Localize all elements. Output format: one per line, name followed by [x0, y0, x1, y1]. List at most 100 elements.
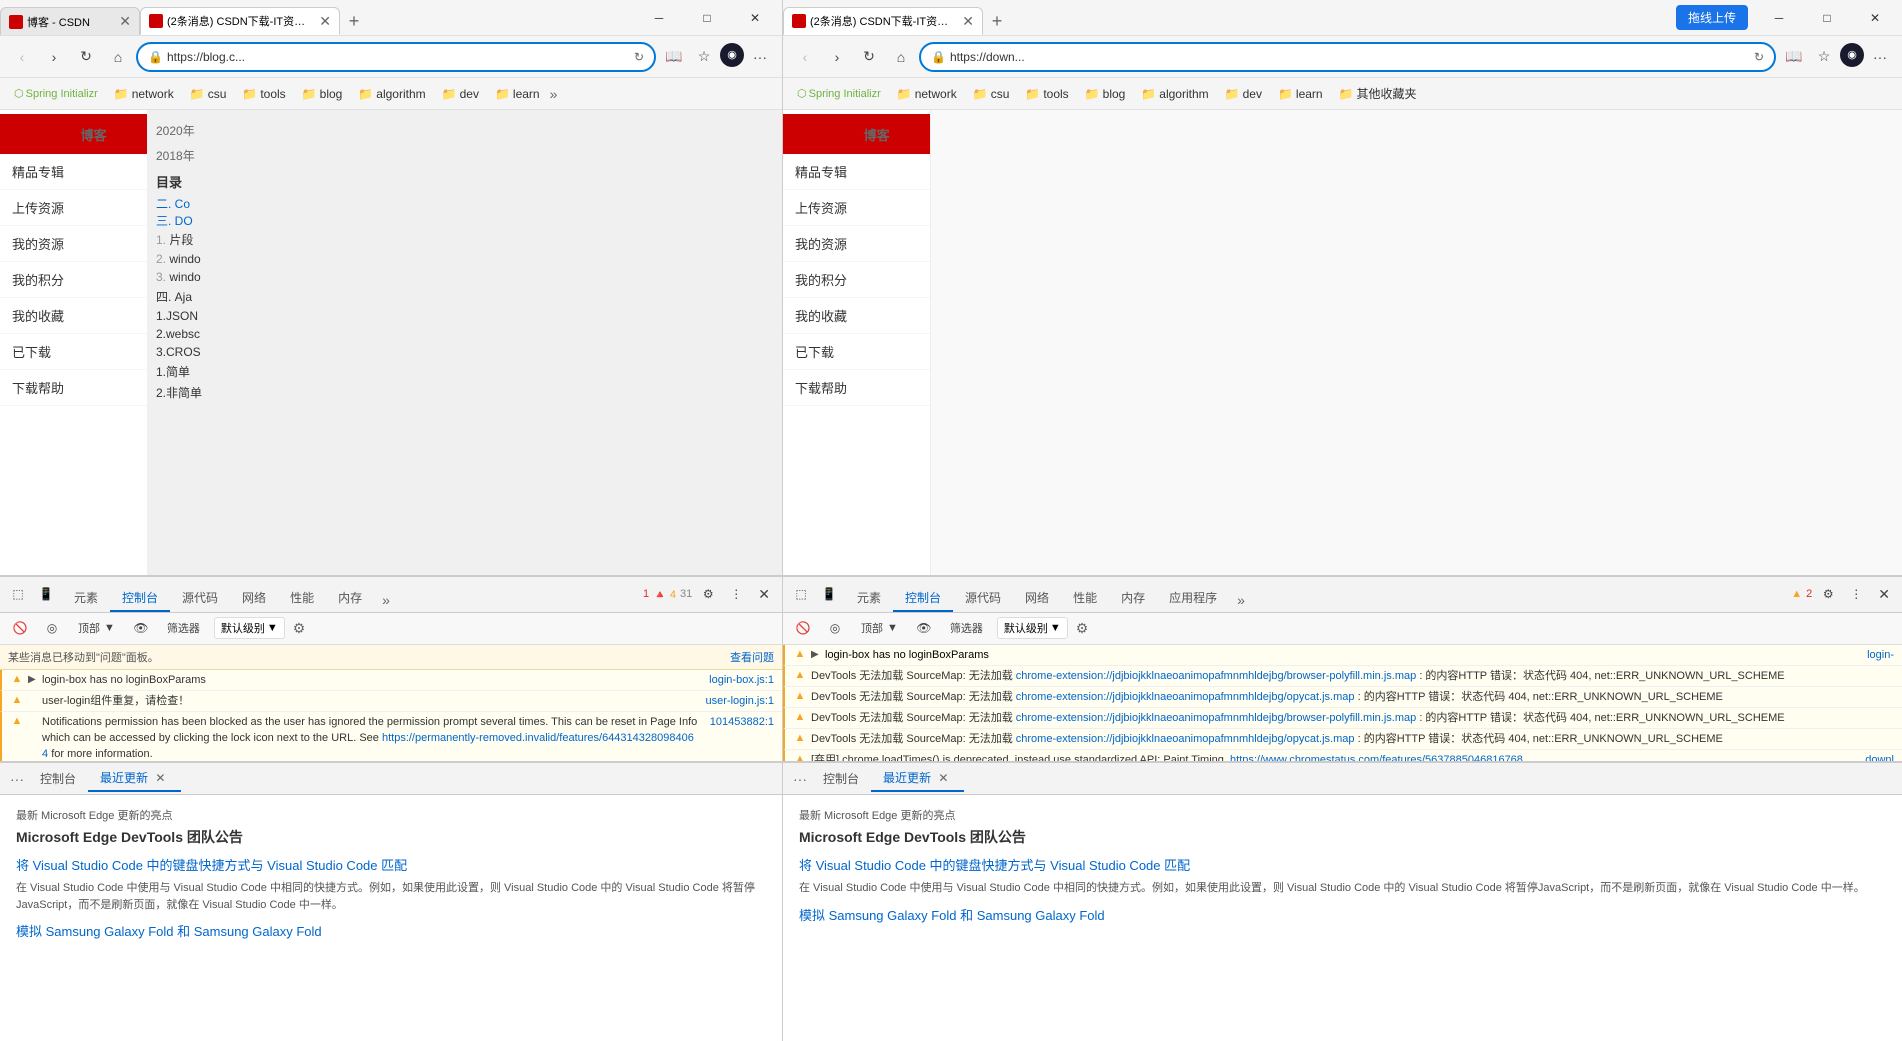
toc-item-2[interactable]: 二. Co	[156, 195, 774, 212]
bookmark-spring[interactable]: ⬡ Spring Initializr	[8, 85, 104, 102]
bottom-more-left[interactable]: ···	[6, 767, 28, 791]
rt-tab-application[interactable]: 应用程序	[1157, 585, 1229, 612]
rt-tab-network[interactable]: 网络	[1013, 585, 1061, 612]
minimize-btn[interactable]: ─	[636, 2, 682, 34]
bookmark-tools[interactable]: 📁 tools	[236, 85, 291, 103]
favorite-btn[interactable]: ☆	[690, 43, 718, 71]
refresh-icon[interactable]: ↻	[634, 50, 644, 64]
bottom-link-1-right[interactable]: 将 Visual Studio Code 中的键盘快捷方式与 Visual St…	[799, 855, 1886, 874]
tab2-close[interactable]: ✕	[319, 13, 331, 30]
right-bookmark-csu[interactable]: 📁 csu	[967, 85, 1016, 103]
console-settings-btn-r[interactable]: ⚙	[1076, 620, 1089, 637]
more-btn[interactable]: ···	[746, 43, 774, 71]
home-btn[interactable]: ⌂	[104, 43, 132, 71]
forward-btn[interactable]: ›	[40, 43, 68, 71]
devtools-close-right[interactable]: ✕	[1872, 586, 1896, 603]
csdn-right-nav-5[interactable]: 我的收藏	[783, 298, 930, 334]
eye-btn[interactable]: 👁	[129, 616, 153, 640]
devtools-tab-more-left[interactable]: »	[374, 588, 398, 612]
bookmark-learn[interactable]: 📁 learn	[489, 85, 546, 103]
csdn-right-nav-3[interactable]: 我的资源	[783, 226, 930, 262]
right-collections-btn[interactable]: ◉	[1840, 43, 1864, 67]
right-bookmark-learn[interactable]: 📁 learn	[1272, 85, 1329, 103]
close-btn[interactable]: ✕	[732, 2, 778, 34]
right-maximize-btn[interactable]: □	[1804, 2, 1850, 34]
right-bookmark-algorithm[interactable]: 📁 algorithm	[1135, 85, 1214, 103]
r-msg-link-5[interactable]: chrome-extension://jdjbiojkklnaeoanimopa…	[1016, 733, 1355, 745]
right-home-btn[interactable]: ⌂	[887, 43, 915, 71]
bookmark-dev[interactable]: 📁 dev	[436, 85, 485, 103]
r-expand-1[interactable]: ▶	[811, 647, 821, 663]
devtools-close-left[interactable]: ✕	[752, 586, 776, 603]
right-more-btn[interactable]: ···	[1866, 43, 1894, 71]
rtab1-close[interactable]: ✕	[962, 13, 974, 30]
left-tab-2[interactable]: (2条消息) CSDN下载-IT资源大本... ✕	[140, 7, 340, 35]
right-bookmark-tools[interactable]: 📁 tools	[1019, 85, 1074, 103]
right-favorite-btn[interactable]: ☆	[1810, 43, 1838, 71]
right-reload-btn[interactable]: ↻	[855, 43, 883, 71]
csdn-nav-upload[interactable]: 上传资源	[0, 190, 147, 226]
bookmark-algorithm[interactable]: 📁 algorithm	[352, 85, 431, 103]
r-msg-link-6[interactable]: https://www.chromestatus.com/features/56…	[1230, 754, 1523, 762]
new-tab-btn[interactable]: +	[340, 7, 368, 35]
right-bookmark-spring[interactable]: ⬡ Spring Initializr	[791, 85, 887, 102]
right-tab-1[interactable]: (2条消息) CSDN下载-IT资源大本... ✕	[783, 7, 983, 35]
right-new-tab-btn[interactable]: +	[983, 7, 1011, 35]
csdn-nav-myres[interactable]: 我的资源	[0, 226, 147, 262]
settings-btn-right[interactable]: ⚙	[1816, 582, 1840, 606]
device-btn-right[interactable]: 📱	[817, 582, 841, 606]
bottom-tab-updates-right[interactable]: 最近更新 ✕	[871, 765, 964, 792]
updates-close-left[interactable]: ✕	[151, 767, 169, 789]
kebab-btn-left[interactable]: ⋮	[724, 582, 748, 606]
right-read-btn[interactable]: 📖	[1780, 43, 1808, 71]
r-msg-link-4[interactable]: chrome-extension://jdjbiojkklnaeoanimopa…	[1016, 712, 1416, 724]
right-bookmark-blog[interactable]: 📁 blog	[1079, 85, 1132, 103]
console-settings-btn[interactable]: ⚙	[293, 620, 306, 637]
csdn-right-nav-4[interactable]: 我的积分	[783, 262, 930, 298]
hide-network-btn-r[interactable]: ◎	[823, 616, 847, 640]
msg-source-2[interactable]: user-login.js:1	[706, 693, 774, 709]
devtools-tab-elements[interactable]: 元素	[62, 585, 110, 612]
info-bar-link[interactable]: 查看问题	[730, 649, 774, 665]
devtools-tab-performance[interactable]: 性能	[278, 585, 326, 612]
top-frame-selector[interactable]: 顶部 ▼	[72, 618, 121, 638]
rt-tab-more[interactable]: »	[1229, 588, 1253, 612]
csdn-right-nav-1[interactable]: 精品专辑	[783, 154, 930, 190]
address-bar-left[interactable]: 🔒 https://blog.c... ↻	[136, 42, 656, 72]
read-btn[interactable]: 📖	[660, 43, 688, 71]
csdn-nav-score[interactable]: 我的积分	[0, 262, 147, 298]
toc-item-3[interactable]: 三. DO	[156, 212, 774, 229]
eye-btn-r[interactable]: 👁	[912, 616, 936, 640]
collections-btn[interactable]: ◉	[720, 43, 744, 67]
devtools-tab-console[interactable]: 控制台	[110, 585, 170, 612]
bottom-link-2-right[interactable]: 模拟 Samsung Galaxy Fold 和 Samsung Galaxy …	[799, 905, 1886, 924]
settings-btn-left[interactable]: ⚙	[696, 582, 720, 606]
msg-source-3[interactable]: 101453882:1	[710, 714, 774, 730]
clear-console-btn-r[interactable]: 🚫	[791, 616, 815, 640]
console-content-right[interactable]: ▲ ▶ login-box has no loginBoxParams logi…	[783, 645, 1902, 762]
right-forward-btn[interactable]: ›	[823, 43, 851, 71]
bottom-tab-updates-left[interactable]: 最近更新 ✕	[88, 765, 181, 792]
rt-tab-memory[interactable]: 内存	[1109, 585, 1157, 612]
r-msg-source-1[interactable]: login-	[1867, 647, 1894, 663]
r-msg-link-2[interactable]: chrome-extension://jdjbiojkklnaeoanimopa…	[1016, 670, 1416, 682]
msg-source-1[interactable]: login-box.js:1	[709, 672, 774, 688]
bookmark-csu[interactable]: 📁 csu	[184, 85, 233, 103]
r-msg-link-3[interactable]: chrome-extension://jdjbiojkklnaeoanimopa…	[1016, 691, 1355, 703]
right-bookmark-dev[interactable]: 📁 dev	[1219, 85, 1268, 103]
csdn-right-nav-2[interactable]: 上传资源	[783, 190, 930, 226]
right-back-btn[interactable]: ‹	[791, 43, 819, 71]
console-content-left[interactable]: 某些消息已移动到"问题"面板。 查看问题 ▲ ▶ login-box has n…	[0, 645, 782, 762]
bookmark-blog[interactable]: 📁 blog	[296, 85, 349, 103]
csdn-nav-jingpin[interactable]: 精品专辑	[0, 154, 147, 190]
devtools-tab-source[interactable]: 源代码	[170, 585, 230, 612]
bottom-link-2-left[interactable]: 模拟 Samsung Galaxy Fold 和 Samsung Galaxy …	[16, 921, 766, 940]
rt-tab-console[interactable]: 控制台	[893, 585, 953, 612]
right-bookmark-others[interactable]: 📁 其他收藏夹	[1333, 83, 1423, 104]
right-refresh-icon[interactable]: ↻	[1754, 50, 1764, 64]
level-selector-r[interactable]: 默认级别 ▼	[997, 617, 1068, 639]
right-minimize-btn[interactable]: ─	[1756, 2, 1802, 34]
csdn-nav-downloaded[interactable]: 已下载	[0, 334, 147, 370]
rt-tab-performance[interactable]: 性能	[1061, 585, 1109, 612]
level-selector[interactable]: 默认级别 ▼	[214, 617, 285, 639]
